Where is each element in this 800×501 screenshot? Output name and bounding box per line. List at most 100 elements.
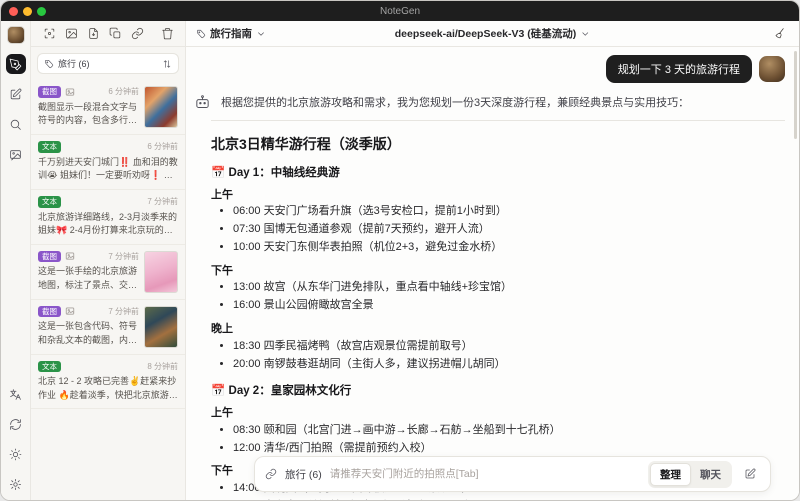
itinerary-item: 13:00 故宫（从东华门进免排队，重点看中轴线+珍宝馆） (233, 280, 785, 296)
translate-button[interactable] (6, 384, 26, 404)
screenshot-capture-button[interactable] (39, 24, 59, 44)
window-title: NoteGen (379, 5, 421, 17)
copy-clipboard-button[interactable] (105, 24, 125, 44)
file-icon (88, 28, 98, 39)
link-icon (131, 28, 143, 39)
time-of-day-label: 上午 (211, 407, 233, 420)
chat-mode-button[interactable]: 聊天 (691, 463, 730, 486)
chevron-down-icon (582, 31, 589, 36)
image-mini-icon (65, 88, 75, 96)
mode-segmented-control: 整理 聊天 (648, 460, 732, 488)
list-item[interactable]: 文本 8 分钟前 北京 12 - 2 攻略已完善✌️赶紧来抄作业 🔥趁着淡季，快把北… (31, 355, 185, 410)
itinerary-document: 北京3日精华游行程（淡季版） 📅 Day 1：中轴线经典游上午06:00 天安门… (211, 119, 785, 501)
image-mini-icon (65, 307, 75, 315)
theme-toggle-button[interactable] (6, 444, 26, 464)
insert-file-button[interactable] (83, 24, 103, 44)
divider (211, 119, 785, 121)
delete-note-button[interactable] (157, 24, 177, 44)
tag-icon (45, 59, 54, 68)
itinerary-item: 06:00 天安门广场看升旗（选3号安检口，提前1小时到） (233, 204, 785, 220)
note-type-badge: 文本 (38, 360, 61, 373)
chat-composer: 旅行 (6) 整理 聊天 (254, 456, 771, 492)
sun-icon (9, 448, 22, 460)
model-selector[interactable]: deepseek-ai/DeepSeek-V3 (硅基流动) (395, 26, 590, 41)
composer-tag-label: 旅行 (6) (285, 468, 322, 481)
search-button[interactable] (6, 114, 26, 134)
tag-dropdown-label: 旅行指南 (210, 28, 252, 40)
note-thumbnail (144, 86, 178, 128)
app-window: NoteGen 旅行指南 deepseek-ai/DeepSeek-V3 (硅基… (0, 0, 800, 501)
itinerary-item: 16:00 景山公园俯瞰故宫全景 (233, 298, 785, 314)
image-icon (65, 28, 77, 39)
note-timestamp: 6 分钟前 (147, 142, 178, 152)
note-excerpt: 这是一张手绘的北京旅游地图，标注了景点、交通方式和门票价格，如天安... (38, 266, 138, 290)
document-sections: 📅 Day 1：中轴线经典游上午06:00 天安门广场看升旗（选3号安检口，提前… (211, 164, 785, 501)
trash-icon (161, 28, 173, 40)
gear-icon (9, 478, 22, 490)
note-type-badge: 文本 (38, 195, 61, 208)
new-chat-button[interactable] (740, 464, 760, 484)
record-mode-button[interactable] (5, 54, 26, 74)
note-tag-dropdown[interactable]: 旅行指南 (196, 26, 266, 41)
link-icon (265, 468, 277, 480)
assistant-message-row: 根据您提供的北京旅游攻略和需求，我为您规划一份3天深度游行程，兼顾经典景点与实用… (194, 93, 785, 112)
user-message-bubble: 规划一下 3 天的旅游行程 (605, 55, 752, 83)
gallery-button[interactable] (6, 144, 26, 164)
note-type-badge: 截图 (38, 86, 61, 98)
list-item[interactable]: 文本 6 分钟前千万别进天安门城门‼️ 血和泪的教训😭 姐妹们！一定要听劝呀❗ 除… (31, 135, 185, 190)
chat-toolbar: 旅行指南 deepseek-ai/DeepSeek-V3 (硅基流动) (186, 21, 799, 46)
gallery-icon (10, 149, 21, 160)
note-excerpt: 千万别进天安门城门‼️ 血和泪的教训😭 姐妹们！一定要听劝呀❗ 除非是预约了参观… (38, 156, 178, 181)
list-item[interactable]: 文本 7 分钟前北京旅游详细路线，2-3月淡季来的姐妹🎀 2-4月份打算来北京玩的… (31, 190, 185, 245)
sync-button[interactable] (6, 414, 26, 434)
assistant-intro-text: 根据您提供的北京旅游攻略和需求，我为您规划一份3天深度游行程，兼顾经典景点与实用… (221, 97, 690, 109)
list-item[interactable]: 截图 6 分钟前截图显示一段混合文字与符号的内容，包含多行无序排列的字母、数字和符… (31, 80, 185, 135)
itinerary-item: 07:30 国博无包通道参观（提前7天预约，避开人流） (233, 222, 785, 238)
note-toolbar (31, 21, 186, 46)
note-timestamp: 7 分钟前 (108, 251, 139, 261)
note-timestamp: 6 分钟前 (108, 87, 139, 97)
scrollbar-thumb[interactable] (794, 51, 797, 139)
chat-input[interactable] (329, 468, 640, 480)
tag-filter-dropdown[interactable]: 旅行 (6) (37, 53, 179, 74)
insert-image-button[interactable] (61, 24, 81, 44)
write-mode-button[interactable] (6, 84, 26, 104)
itinerary-item: 18:30 四季民福烤鸭（故宫店观景位需提前取号） (233, 339, 785, 355)
note-type-badge: 文本 (38, 141, 61, 153)
note-timestamp: 7 分钟前 (147, 197, 178, 207)
sort-icon[interactable] (162, 59, 172, 69)
list-item[interactable]: 截图 7 分钟前这是一张手绘的北京旅游地图，标注了景点、交通方式和门票价格，如天安… (31, 245, 185, 300)
note-excerpt: 截图显示一段混合文字与符号的内容，包含多行无序排列的字母、数字和符... (38, 101, 138, 126)
note-type-badge: 截图 (38, 250, 61, 263)
search-icon (10, 119, 21, 130)
pen-icon (9, 58, 22, 70)
note-excerpt: 北京旅游详细路线，2-3月淡季来的姐妹🎀 2-4月份打算来北京玩的宝子 不用再翻… (38, 211, 178, 236)
list-item[interactable]: 截图 7 分钟前这是一张包含代码、符号和杂乱文本的截图，内容难以辨识，似乎涉及技术… (31, 300, 185, 355)
itinerary-item: 17:00 雍和宫（关门前1小时人少，请手串需早到） (233, 499, 785, 500)
note-timestamp: 7 分钟前 (108, 306, 139, 316)
note-type-badge: 截图 (38, 305, 61, 318)
clear-chat-button[interactable] (769, 24, 789, 44)
note-list: 截图6 分钟前截图显示一段混合文字与符号的内容，包含多行无序排列的字母、数字和符… (31, 80, 185, 500)
day-heading: 📅 Day 1：中轴线经典游 (211, 166, 340, 179)
tag-icon (197, 29, 206, 38)
model-selector-label: deepseek-ai/DeepSeek-V3 (硅基流动) (394, 28, 577, 40)
time-of-day-label: 上午 (211, 188, 233, 201)
time-of-day-label: 晚上 (211, 323, 233, 336)
itinerary-list: 06:00 天安门广场看升旗（选3号安检口，提前1小时到） 07:30 国博无包通… (211, 204, 785, 256)
user-avatar[interactable] (759, 56, 785, 82)
note-thumbnail (144, 250, 178, 293)
organize-mode-button[interactable]: 整理 (650, 462, 691, 486)
notes-sidebar: 旅行 (6) 截图6 分钟前截图显示一段混合文字与符号的内容，包含多行无序排列的… (31, 47, 186, 500)
window-titlebar: NoteGen (1, 1, 799, 21)
toolbar: 旅行指南 deepseek-ai/DeepSeek-V3 (硅基流动) (31, 21, 799, 47)
itinerary-list: 18:30 四季民福烤鸭（故宫店观景位需提前取号） 20:00 南锣鼓巷逛胡同（主… (211, 339, 785, 373)
day-heading: 📅 Day 2：皇家园林文化行 (211, 385, 352, 398)
itinerary-list: 13:00 故宫（从东华门进免排队，重点看中轴线+珍宝馆） 16:00 景山公园俯… (211, 280, 785, 314)
insert-link-button[interactable] (127, 24, 147, 44)
note-excerpt: 北京 12 - 2 攻略已完善✌️赶紧来抄作业 🔥趁着淡季，快把北京旅游攻略重新… (38, 376, 178, 400)
time-of-day-label: 下午 (211, 264, 233, 277)
compose-icon (745, 468, 756, 479)
user-avatar[interactable] (6, 26, 25, 44)
settings-button[interactable] (6, 474, 26, 494)
